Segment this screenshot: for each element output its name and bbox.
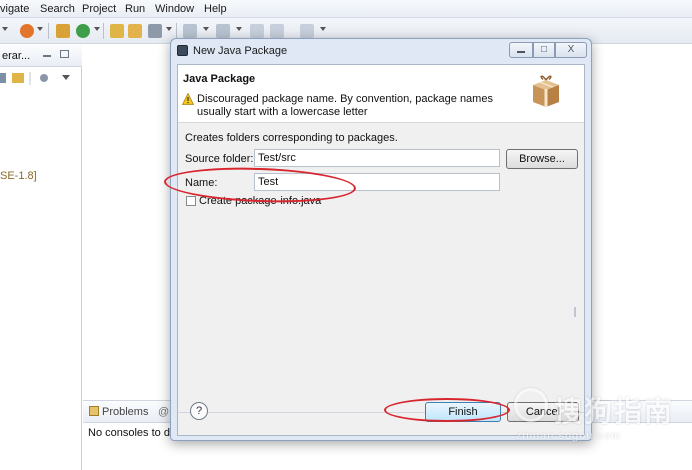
menu-project[interactable]: Project <box>82 3 116 15</box>
view-toolbar-icons[interactable] <box>0 69 82 89</box>
package-explorer-tab[interactable]: erar... <box>0 45 82 67</box>
tab-problems[interactable]: Problems <box>89 406 148 418</box>
menu-help[interactable]: Help <box>204 3 227 15</box>
toolbar-separator <box>48 23 49 39</box>
menu-bar: vigate Search Project Run Window Help <box>0 0 692 18</box>
scroll-indicator <box>574 307 576 317</box>
new-java-package-dialog: New Java Package □ X Java Package Discou… <box>170 38 592 441</box>
open-type-icon[interactable] <box>110 24 124 38</box>
finish-button[interactable]: Finish <box>425 402 501 422</box>
menu-run[interactable]: Run <box>125 3 145 15</box>
tab-javadoc[interactable]: @ <box>158 406 169 418</box>
menu-navigate[interactable]: vigate <box>0 3 29 15</box>
tab-problems-label: Problems <box>102 406 149 418</box>
package-explorer-view: erar... SE-1.8] <box>0 45 82 470</box>
dropdown-arrow-icon[interactable] <box>37 27 43 31</box>
watermark-logo-icon <box>514 388 548 422</box>
forward-arrow-icon[interactable] <box>300 24 314 38</box>
package-icon <box>533 75 559 107</box>
menu-window[interactable]: Window <box>155 3 194 15</box>
eclipse-window-icon <box>177 45 188 56</box>
jre-system-library-label[interactable]: SE-1.8] <box>0 170 37 182</box>
run-debug-icon[interactable] <box>20 24 34 38</box>
back-arrow-icon[interactable] <box>250 24 264 38</box>
help-button[interactable]: ? <box>190 402 208 420</box>
problems-icon <box>89 406 99 416</box>
open-folder-icon[interactable] <box>128 24 142 38</box>
warning-icon <box>182 93 194 105</box>
browse-button[interactable]: Browse... <box>506 149 578 169</box>
minimize-icon <box>517 51 525 53</box>
view-toolbar <box>0 69 82 89</box>
forward-history-icon[interactable] <box>270 24 284 38</box>
dropdown-arrow-icon[interactable] <box>2 27 8 31</box>
minimize-icon[interactable] <box>43 55 51 57</box>
console-message: No consoles to di <box>88 427 173 439</box>
toolbar-separator <box>103 23 104 39</box>
warning-message: Discouraged package name. By convention,… <box>197 93 493 118</box>
maximize-icon: □ <box>540 44 548 55</box>
view-title: erar... <box>2 50 31 62</box>
dialog-title: New Java Package <box>193 45 288 57</box>
name-label: Name: <box>185 177 218 189</box>
dropdown-arrow-icon[interactable] <box>203 27 209 31</box>
dropdown-arrow-icon[interactable] <box>94 27 100 31</box>
watermark-text: 搜狗指南 <box>554 396 675 427</box>
source-folder-label: Source folder: <box>185 153 254 165</box>
wizard-banner: Java Package Discouraged package name. B… <box>178 65 584 123</box>
watermark-url: zhinan.sogou.com <box>516 430 622 442</box>
dialog-content: Java Package Discouraged package name. B… <box>177 64 585 436</box>
create-package-info-checkbox[interactable] <box>186 196 196 206</box>
wizard-title: Java Package <box>183 73 256 85</box>
wizard-description: Creates folders corresponding to package… <box>185 132 398 144</box>
dropdown-arrow-icon[interactable] <box>236 27 242 31</box>
minimize-window-button[interactable] <box>509 42 533 58</box>
create-package-info-label[interactable]: Create package-info.java <box>199 195 321 207</box>
dialog-titlebar[interactable]: New Java Package □ X <box>171 39 591 63</box>
previous-annotation-icon[interactable] <box>216 24 230 38</box>
package-name-field[interactable]: Test <box>254 173 500 191</box>
new-class-icon[interactable] <box>76 24 90 38</box>
close-window-button[interactable]: X <box>555 42 587 58</box>
dropdown-arrow-icon[interactable] <box>320 27 326 31</box>
menu-search[interactable]: Search <box>40 3 75 15</box>
maximize-icon[interactable] <box>60 50 69 58</box>
dropdown-arrow-icon[interactable] <box>166 27 172 31</box>
maximize-window-button[interactable]: □ <box>533 42 555 58</box>
toolbar-separator <box>176 23 177 39</box>
next-annotation-icon[interactable] <box>183 24 197 38</box>
source-folder-field[interactable]: Test/src <box>254 149 500 167</box>
search-tool-icon[interactable] <box>148 24 162 38</box>
new-project-icon[interactable] <box>56 24 70 38</box>
close-icon: X <box>567 44 575 55</box>
sogou-watermark: 搜狗指南 zhinan.sogou.com <box>512 386 688 446</box>
